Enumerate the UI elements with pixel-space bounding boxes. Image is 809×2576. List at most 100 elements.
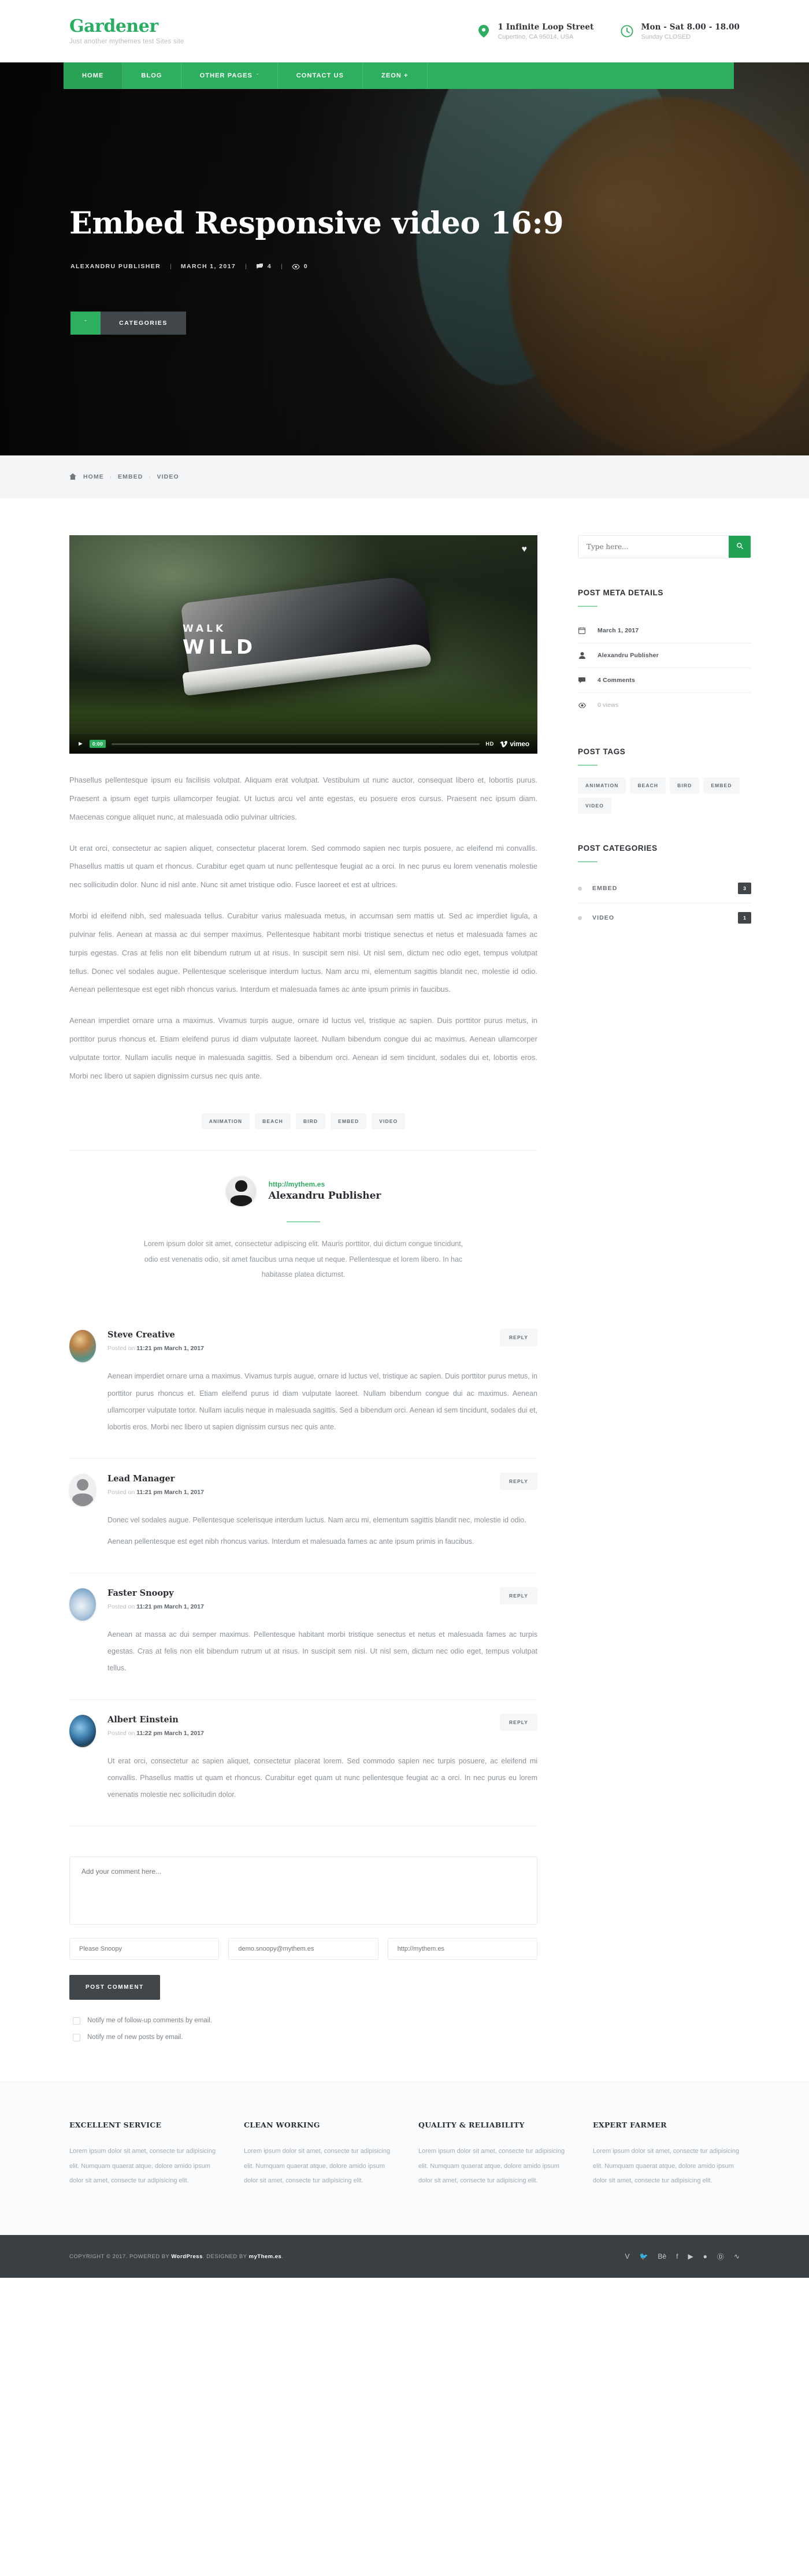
sidebar-tag-beach[interactable]: BEACH [630,777,666,794]
copyright-wordpress-link[interactable]: WordPress [171,2253,202,2260]
nav-item-blog[interactable]: BLOG [123,62,181,89]
nav-item-other-pages[interactable]: OTHER PAGES ˇ [181,62,278,89]
comment-name-input[interactable] [69,1937,220,1960]
comment-icon [578,677,586,684]
reply-button[interactable]: REPLY [499,1329,537,1347]
rss-icon[interactable]: ∿ [734,2252,740,2260]
checkbox-newposts[interactable] [73,2033,80,2041]
vimeo-icon[interactable]: V [625,2252,629,2260]
site-tagline: Just another mythemes test Sites site [69,38,184,45]
comment-timestamp: 11:21 pm March 1, 2017 [136,1345,204,1352]
nav-filler [428,62,734,89]
article-tag-beach[interactable]: BEACH [255,1113,291,1129]
search-widget [578,535,751,558]
nav-item-zeon[interactable]: ZEON + [363,62,428,89]
widget-divider [578,606,598,607]
author-website-link[interactable]: http://mythem.es [269,1180,381,1188]
notify-newposts-row[interactable]: Notify me of new posts by email. [69,2033,537,2041]
search-input[interactable] [578,536,729,558]
post-meta-comments[interactable]: 4 Comments [598,677,635,684]
facebook-icon[interactable]: f [676,2252,678,2260]
widget-divider [578,765,598,766]
play-icon[interactable]: ► [77,740,84,747]
post-meta-author[interactable]: Alexandru Publisher [598,652,659,659]
footer-column-text: Lorem ipsum dolor sit amet, consecte tur… [244,2147,391,2185]
article-tag-video[interactable]: VIDEO [372,1113,406,1129]
notify-followup-row[interactable]: Notify me of follow-up comments by email… [69,2017,537,2025]
copyright-brand-link[interactable]: myThem.es [249,2253,282,2260]
post-comment-button[interactable]: POST COMMENT [69,1974,160,2000]
breadcrumb-item-home[interactable]: HOME [83,473,104,480]
vimeo-logo-icon[interactable]: vimeo [500,740,529,748]
sidebar-tag-list: ANIMATION BEACH BIRD EMBED VIDEO [578,777,751,814]
category-row-video[interactable]: VIDEO 1 [578,903,751,932]
footer-column-text: Lorem ipsum dolor sit amet, consecte tur… [593,2147,740,2185]
reply-button[interactable]: REPLY [499,1713,537,1731]
reply-button[interactable]: REPLY [499,1587,537,1604]
nav-item-contact-us[interactable]: CONTACT US [278,62,363,89]
site-title[interactable]: Gardener [69,17,184,36]
comment-website-input[interactable] [387,1937,537,1960]
behance-icon[interactable]: Bē [658,2252,666,2260]
comment-date: Posted on 11:21 pm March 1, 2017 [107,1345,537,1352]
chevron-right-icon: › [109,473,113,480]
article-paragraph-3: Morbi id eleifend nibh, sed malesuada te… [69,911,537,994]
footer-column-title: EXCELLENT SERVICE [69,2120,162,2129]
category-row-embed[interactable]: EMBED 3 [578,874,751,903]
header-hours-block: Mon - Sat 8.00 - 18.00 Sunday CLOSED [620,23,740,40]
video-progress-track[interactable] [112,743,480,745]
breadcrumb-bar: HOME › EMBED › VIDEO [0,455,809,498]
author-box: http://mythem.es Alexandru Publisher Lor… [69,1150,537,1283]
hero-meta-comments[interactable]: 4 [256,263,272,270]
comment-author-name: Steve Creative [107,1330,175,1340]
dribbble-icon[interactable]: ● [703,2252,707,2260]
nav-item-home[interactable]: HOME [64,62,123,89]
reply-button[interactable]: REPLY [499,1472,537,1490]
hero-post-meta: ALEXANDRU PUBLISHER | MARCH 1, 2017 | 4 … [70,263,745,270]
avatar [69,1588,96,1621]
sidebar-tag-video[interactable]: VIDEO [578,798,611,814]
footer-column-title: CLEAN WORKING [244,2120,320,2129]
comment-textarea[interactable] [69,1856,537,1925]
comment-email-input[interactable] [228,1937,378,1960]
comment-timestamp: 11:22 pm March 1, 2017 [136,1729,204,1737]
sidebar-tag-bird[interactable]: BIRD [670,777,700,794]
video-player[interactable]: WALK WILD ♥ ► 0:00 HD vimeo [69,535,537,754]
author-bio: Lorem ipsum dolor sit amet, consectetur … [143,1239,463,1279]
article-tag-embed[interactable]: EMBED [331,1113,367,1129]
article-body: Phasellus pellentesque ipsum eu facilisi… [69,754,537,1085]
calendar-icon [578,627,586,634]
header-info-group: 1 Infinite Loop Street Cupertino, CA 950… [477,23,745,40]
sidebar-tag-embed[interactable]: EMBED [703,777,740,794]
article-tag-bird[interactable]: BIRD [295,1113,326,1129]
site-branding[interactable]: Gardener Just another mythemes test Site… [64,17,184,45]
comment-list: Steve Creative Posted on 11:21 pm March … [69,1315,537,1826]
checkbox-followup[interactable] [73,2017,80,2025]
header-hours-primary: Mon - Sat 8.00 - 18.00 [641,22,740,32]
heart-icon[interactable]: ♥ [522,544,528,555]
header-hours-secondary: Sunday CLOSED [641,33,691,40]
sidebar-tag-animation[interactable]: ANIMATION [578,777,626,794]
hero-meta-author[interactable]: ALEXANDRU PUBLISHER [70,263,161,270]
comment-timestamp: 11:21 pm March 1, 2017 [136,1488,204,1496]
search-button[interactable] [729,536,751,558]
categories-button-label: CATEGORIES [101,311,186,335]
breadcrumb-item-embed[interactable]: EMBED [118,473,143,480]
copyright-prefix: COPYRIGHT © 2017. POWERED BY [69,2253,172,2260]
article-tag-list: ANIMATION BEACH BIRD EMBED VIDEO [69,1113,537,1129]
hero-meta-sep-2: | [245,262,247,270]
video-quality-badge[interactable]: HD [485,741,494,747]
twitter-icon[interactable]: 🐦 [639,2252,648,2260]
bullet-icon [578,886,582,891]
youtube-icon[interactable]: ▶ [688,2252,693,2260]
comment-icon [256,263,264,270]
hero-meta-views-count: 0 [303,262,309,270]
pinterest-icon[interactable]: Ⓓ [717,2252,724,2262]
categories-button[interactable]: ˇ CATEGORIES [70,311,186,335]
footer-column-quality-reliability: QUALITY & RELIABILITY Lorem ipsum dolor … [418,2121,565,2189]
article-tag-animation[interactable]: ANIMATION [201,1113,250,1129]
post-meta-date: March 1, 2017 [598,627,639,634]
video-controls[interactable]: ► 0:00 HD vimeo [69,734,537,754]
breadcrumb-item-video: VIDEO [157,473,179,480]
author-divider [287,1221,320,1222]
